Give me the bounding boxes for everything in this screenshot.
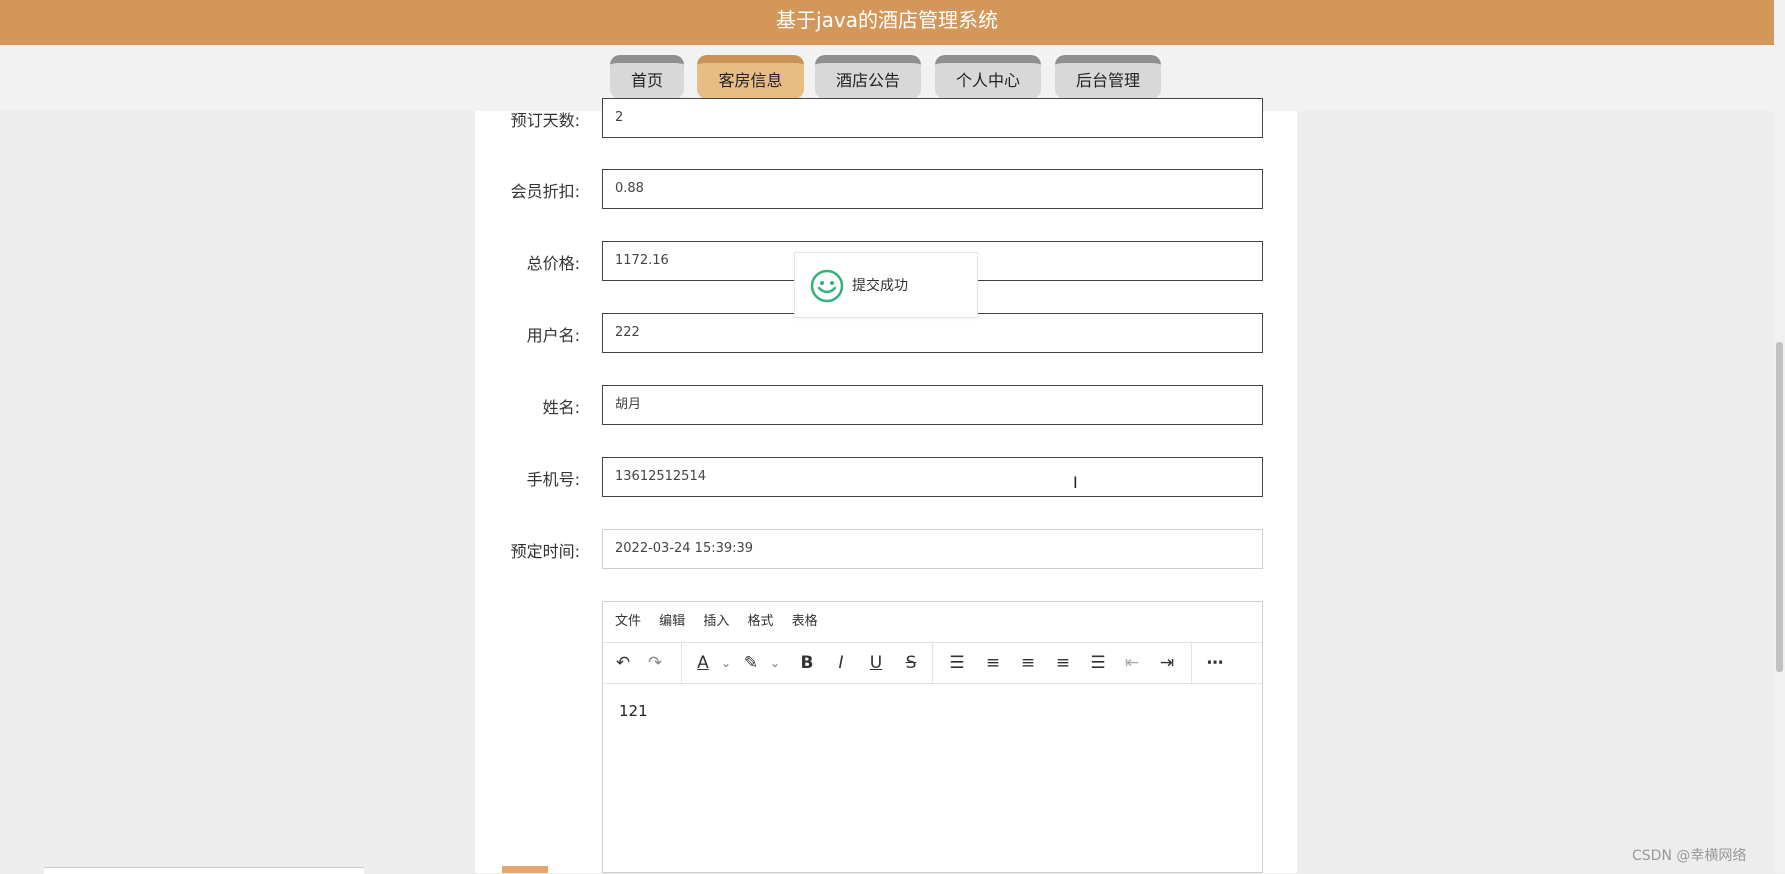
discount-input[interactable]: 0.88 xyxy=(602,169,1263,209)
tab-admin[interactable]: 后台管理 xyxy=(1055,55,1161,99)
justify-icon[interactable]: ☰ xyxy=(1086,651,1110,675)
discount-label: 会员折扣: xyxy=(510,182,580,201)
chevron-down-icon[interactable]: ⌄ xyxy=(763,651,787,675)
watermark: CSDN @幸横网络 xyxy=(1632,848,1747,864)
days-label: 预订天数: xyxy=(510,111,580,130)
italic-icon[interactable]: I xyxy=(829,651,853,675)
indent-icon[interactable]: ⇥ xyxy=(1155,651,1179,675)
tab-hotel-notice[interactable]: 酒店公告 xyxy=(815,55,921,99)
menu-file[interactable]: 文件 xyxy=(615,614,641,629)
total-price-label: 总价格: xyxy=(526,254,580,273)
editor-menubar: 文件 编辑 插入 格式 表格 xyxy=(603,602,1262,643)
text-cursor-icon: I xyxy=(1073,473,1078,492)
align-left-icon[interactable]: ≡ xyxy=(981,651,1005,675)
chevron-down-icon[interactable]: ⌄ xyxy=(714,651,738,675)
bottom-accent xyxy=(502,866,548,873)
editor-content[interactable]: 121 xyxy=(603,684,1262,738)
text-color-icon[interactable]: A xyxy=(691,651,715,675)
name-input[interactable]: 胡月 xyxy=(602,385,1263,425)
scrollbar-thumb[interactable] xyxy=(1776,342,1783,672)
days-input[interactable]: 2 xyxy=(602,98,1263,138)
outdent-icon[interactable]: ⇤ xyxy=(1120,651,1144,675)
tab-personal-center[interactable]: 个人中心 xyxy=(935,55,1041,99)
align-right-icon[interactable]: ≡ xyxy=(1051,651,1075,675)
toast-message: 提交成功 xyxy=(852,278,908,294)
editor-toolbar: ↶ ↷ A ⌄ ✎ ⌄ B I U S ☰ ≡ ≡ ≡ ☰ ⇤ ⇥ ⋯ xyxy=(603,643,1262,684)
username-input[interactable]: 222 xyxy=(602,313,1263,353)
menu-table[interactable]: 表格 xyxy=(792,614,818,629)
menu-format[interactable]: 格式 xyxy=(747,614,773,629)
tab-room-info[interactable]: 客房信息 xyxy=(697,55,804,99)
undo-icon[interactable]: ↶ xyxy=(611,651,635,675)
menu-edit[interactable]: 编辑 xyxy=(659,614,685,629)
name-label: 姓名: xyxy=(542,398,580,417)
page-scrollbar[interactable] xyxy=(1774,0,1785,873)
booking-time-label: 预定时间: xyxy=(510,542,580,561)
phone-label: 手机号: xyxy=(526,470,580,489)
username-label: 用户名: xyxy=(526,326,580,345)
phone-input[interactable]: 13612512514 xyxy=(602,457,1263,497)
success-toast: 提交成功 xyxy=(794,252,978,318)
booking-time-input[interactable]: 2022-03-24 15:39:39 xyxy=(602,529,1263,569)
menu-insert[interactable]: 插入 xyxy=(703,614,729,629)
strikethrough-icon[interactable]: S xyxy=(899,651,923,675)
tab-home[interactable]: 首页 xyxy=(610,55,684,99)
app-title-bar: 基于java的酒店管理系统 xyxy=(0,0,1774,45)
redo-icon[interactable]: ↷ xyxy=(643,651,667,675)
align-center-icon[interactable]: ≡ xyxy=(1016,651,1040,675)
app-title: 基于java的酒店管理系统 xyxy=(776,8,998,32)
highlight-icon[interactable]: ✎ xyxy=(739,651,763,675)
bold-icon[interactable]: B xyxy=(795,651,819,675)
more-icon[interactable]: ⋯ xyxy=(1203,651,1227,675)
underline-icon[interactable]: U xyxy=(864,651,888,675)
rich-text-editor: 文件 编辑 插入 格式 表格 ↶ ↷ A ⌄ ✎ ⌄ B I U S ☰ ≡ ≡… xyxy=(602,601,1263,873)
smile-icon xyxy=(810,269,844,303)
line-height-icon[interactable]: ☰ xyxy=(945,651,969,675)
